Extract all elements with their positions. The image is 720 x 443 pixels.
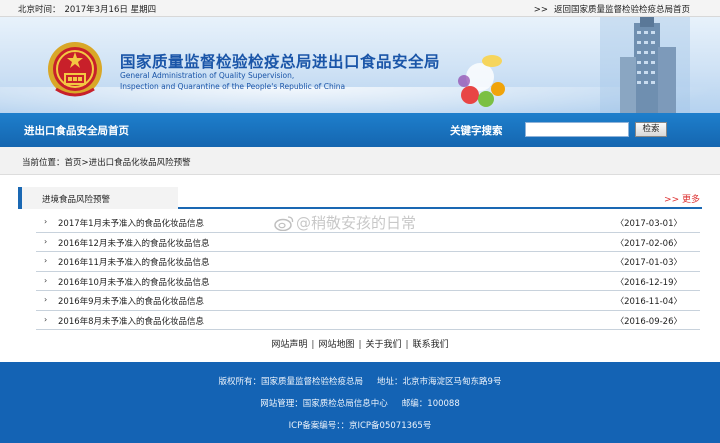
footer-line-2: 网站管理：国家质检总局信息中心 邮编：100088: [0, 397, 720, 409]
breadcrumb-bar: 当前位置：首页>进出口食品化妆品风险预警: [0, 147, 720, 175]
section-header: 进境食品风险预警 >> 更多: [18, 187, 702, 209]
list-item-date: 〈2016-12-19〉: [615, 277, 682, 288]
sitemap-link[interactable]: 网站地图: [318, 340, 354, 350]
site-footer: 版权所有：国家质量监督检验检疫总局 地址：北京市海淀区马甸东路9号 网站管理：国家…: [0, 362, 720, 443]
about-us-link[interactable]: 关于我们: [366, 340, 402, 350]
divider: |: [358, 340, 362, 350]
breadcrumb[interactable]: 当前位置：首页>进出口食品化妆品风险预警: [22, 156, 191, 168]
list-item[interactable]: › 2016年12月未予准入的食品化妆品信息 〈2017-02-06〉: [36, 233, 700, 252]
contact-us-link[interactable]: 联系我们: [413, 340, 449, 350]
divider: |: [311, 340, 315, 350]
list-item-date: 〈2017-02-06〉: [615, 238, 682, 249]
list-item-date: 〈2016-11-04〉: [615, 297, 682, 307]
bullet-icon: ›: [44, 256, 48, 265]
keyword-search-label: 关键字搜索: [450, 125, 503, 137]
footer-links: 网站声明 | 网站地图 | 关于我们 | 联系我们: [0, 337, 720, 357]
list-item-title[interactable]: 2016年11月未予准入的食品化妆品信息: [58, 256, 209, 268]
list-item[interactable]: › 2016年9月未予准入的食品化妆品信息 〈2016-11-04〉: [36, 291, 700, 311]
list-item[interactable]: › 2016年8月未予准入的食品化妆品信息 〈2016-09-26〉: [36, 311, 700, 330]
site-subtitle-en-2: Inspection and Quarantine of the People'…: [120, 82, 346, 91]
date-label: 北京时间：: [18, 5, 61, 15]
risk-warning-section: 进境食品风险预警 >> 更多 › 2017年1月未予准入的食品化妆品信息 〈20…: [18, 187, 702, 333]
bullet-icon: ›: [44, 295, 48, 304]
current-date: 北京时间： 2017年3月16日 星期四: [18, 3, 160, 15]
date-value: 2017年3月16日 星期四: [64, 5, 157, 15]
watermark-text: @稍敬安孩的日常: [296, 214, 417, 232]
list-item-title[interactable]: 2016年10月未予准入的食品化妆品信息: [58, 276, 209, 288]
list-item-title[interactable]: 2016年8月未予准入的食品化妆品信息: [58, 315, 204, 327]
footer-postcode: 邮编：100088: [401, 399, 460, 409]
list-item-date: 〈2017-03-01〉: [615, 219, 682, 229]
icp-number[interactable]: ICP备案编号：：京ICP备05071365号: [289, 421, 432, 431]
more-link[interactable]: >> 更多: [664, 192, 700, 205]
site-title: 国家质量监督检验检疫总局进出口食品安全局: [120, 53, 441, 71]
national-emblem-icon: [48, 42, 102, 97]
site-management: 网站管理：国家质检总局信息中心: [260, 399, 388, 409]
bullet-icon: ›: [44, 217, 48, 226]
copyright-owner: 版权所有：国家质量监督检验检疫总局: [218, 377, 364, 387]
divider: |: [405, 340, 409, 350]
list-item-title[interactable]: 2016年12月未予准入的食品化妆品信息: [58, 237, 209, 249]
site-subtitle-en-1: General Administration of Quality Superv…: [120, 71, 295, 80]
weibo-watermark: @稍敬安孩的日常: [274, 212, 416, 233]
list-item-date: 〈2016-09-26〉: [615, 316, 682, 327]
double-arrow-icon: >>: [533, 5, 548, 15]
list-item-date: 〈2017-01-03〉: [615, 258, 682, 268]
search-button[interactable]: 检索: [635, 122, 667, 137]
top-bar: 北京时间： 2017年3月16日 星期四 >> 返回国家质量监督检验检疫总局首页: [0, 0, 720, 17]
list-item[interactable]: › 2016年11月未予准入的食品化妆品信息 〈2017-01-03〉: [36, 252, 700, 272]
list-item[interactable]: › 2016年10月未予准入的食品化妆品信息 〈2016-12-19〉: [36, 272, 700, 291]
bullet-icon: ›: [44, 275, 48, 285]
back-link-label: 返回国家质量监督检验检疫总局首页: [553, 5, 690, 15]
keyword-search-input[interactable]: [525, 122, 629, 137]
list-item-title[interactable]: 2017年1月未予准入的食品化妆品信息: [58, 217, 204, 229]
bullet-icon: ›: [44, 236, 48, 246]
back-to-aqsiq-link[interactable]: >> 返回国家质量监督检验检疫总局首页: [534, 3, 690, 15]
footer-address: 地址：北京市海淀区马甸东路9号: [377, 377, 502, 387]
header-banner: 国家质量监督检验检疫总局进出口食品安全局 General Administrat…: [0, 17, 720, 113]
footer-line-3: ICP备案编号：：京ICP备05071365号: [0, 419, 720, 431]
list-item-title[interactable]: 2016年9月未予准入的食品化妆品信息: [58, 295, 204, 307]
weibo-icon: [274, 216, 294, 231]
tab-import-food-risk[interactable]: 进境食品风险预警: [18, 187, 178, 209]
footer-line-1: 版权所有：国家质量监督检验检疫总局 地址：北京市海淀区马甸东路9号: [0, 375, 720, 387]
bullet-icon: ›: [44, 314, 48, 324]
main-nav: 进出口食品安全局首页 关键字搜索 检索: [0, 113, 720, 147]
nav-home-link[interactable]: 进出口食品安全局首页: [24, 123, 129, 138]
site-statement-link[interactable]: 网站声明: [271, 340, 307, 350]
building-photo-icon: [600, 17, 690, 113]
tab-label: 进境食品风险预警: [42, 195, 111, 205]
food-illustration-icon: [458, 55, 505, 107]
